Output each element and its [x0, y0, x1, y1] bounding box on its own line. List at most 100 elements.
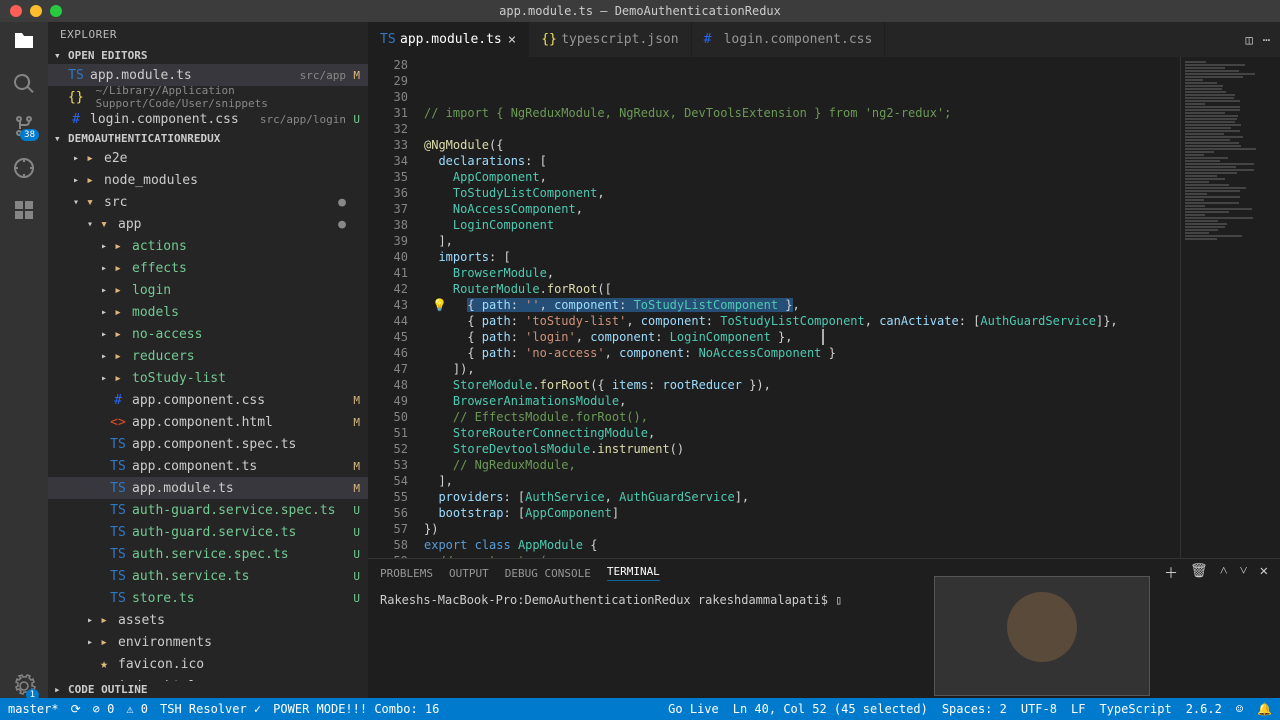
code-line[interactable]: providers: [AuthService, AuthGuardServic… — [418, 489, 1180, 505]
minimap[interactable] — [1180, 57, 1280, 558]
language-mode[interactable]: TypeScript — [1099, 702, 1171, 716]
split-editor-icon[interactable]: ◫ — [1246, 33, 1253, 47]
file-item[interactable]: ★favicon.ico — [48, 653, 368, 675]
code-line[interactable]: @NgModule({ — [418, 137, 1180, 153]
code-line[interactable]: bootstrap: [AppComponent] — [418, 505, 1180, 521]
code-line[interactable]: // import { NgReduxModule, NgRedux, DevT… — [418, 105, 1180, 121]
code-line[interactable] — [418, 121, 1180, 137]
project-header[interactable]: ▾DEMOAUTHENTICATIONREDUX — [48, 130, 368, 147]
extensions-icon[interactable] — [12, 198, 36, 222]
code-line[interactable]: { path: 'toStudy-list', component: ToStu… — [418, 313, 1180, 329]
file-item[interactable]: <>app.component.htmlM — [48, 411, 368, 433]
file-item[interactable]: TSapp.component.spec.ts — [48, 433, 368, 455]
code-line[interactable]: }) — [418, 521, 1180, 537]
sync-icon[interactable]: ⟳ — [71, 702, 81, 716]
ts-version[interactable]: 2.6.2 — [1186, 702, 1222, 716]
lightbulb-icon[interactable]: 💡 — [432, 297, 447, 313]
folder-item[interactable]: ▸▸toStudy-list — [48, 367, 368, 389]
folder-item[interactable]: ▸▸e2e — [48, 147, 368, 169]
code-line[interactable]: LoginComponent — [418, 217, 1180, 233]
code-line[interactable]: // constructor( — [418, 553, 1180, 558]
settings-icon[interactable]: 1 — [12, 674, 36, 698]
kill-terminal-icon[interactable]: 🗑 — [1190, 563, 1208, 583]
code-line[interactable]: { path: 'no-access', component: NoAccess… — [418, 345, 1180, 361]
editor-tab[interactable]: {}typescript.json — [529, 22, 691, 57]
editor-tab[interactable]: TSapp.module.ts× — [368, 22, 529, 57]
folder-item[interactable]: ▸▸reducers — [48, 345, 368, 367]
code-line[interactable]: AppComponent, — [418, 169, 1180, 185]
maximize-window-icon[interactable] — [50, 5, 62, 17]
code-editor[interactable]: // import { NgReduxModule, NgRedux, DevT… — [418, 57, 1180, 558]
code-line[interactable]: RouterModule.forRoot([ — [418, 281, 1180, 297]
more-actions-icon[interactable]: ⋯ — [1263, 33, 1270, 47]
file-item[interactable]: TSauth.service.tsU — [48, 565, 368, 587]
panel-tab-debug-console[interactable]: DEBUG CONSOLE — [505, 567, 591, 580]
code-line[interactable]: declarations: [ — [418, 153, 1180, 169]
code-line[interactable]: ], — [418, 473, 1180, 489]
file-item[interactable]: TSauth-guard.service.spec.tsU — [48, 499, 368, 521]
panel-tab-terminal[interactable]: TERMINAL — [607, 565, 660, 581]
warnings-count[interactable]: ⚠ 0 — [126, 702, 148, 716]
git-branch[interactable]: master* — [8, 702, 59, 716]
feedback-icon[interactable]: ☺ — [1236, 702, 1243, 716]
code-line[interactable]: ToStudyListComponent, — [418, 185, 1180, 201]
minimize-window-icon[interactable] — [30, 5, 42, 17]
explorer-icon[interactable] — [12, 30, 36, 54]
folder-item[interactable]: ▸▸environments — [48, 631, 368, 653]
eol[interactable]: LF — [1071, 702, 1085, 716]
code-line[interactable]: BrowserModule, — [418, 265, 1180, 281]
folder-item[interactable]: ▸▸effects — [48, 257, 368, 279]
panel-close-icon[interactable]: ✕ — [1260, 563, 1268, 583]
panel-down-icon[interactable]: ˅ — [1240, 563, 1248, 583]
file-item[interactable]: TSapp.component.tsM — [48, 455, 368, 477]
power-mode[interactable]: POWER MODE!!! Combo: 16 — [273, 702, 439, 716]
file-item[interactable]: #app.component.cssM — [48, 389, 368, 411]
new-terminal-icon[interactable]: ＋ — [1164, 563, 1178, 583]
folder-item[interactable]: ▾▾app● — [48, 213, 368, 235]
file-item[interactable]: TSstore.tsU — [48, 587, 368, 609]
encoding[interactable]: UTF-8 — [1021, 702, 1057, 716]
go-live[interactable]: Go Live — [668, 702, 719, 716]
folder-item[interactable]: ▸▸actions — [48, 235, 368, 257]
code-line[interactable]: ]), — [418, 361, 1180, 377]
folder-item[interactable]: ▸▸no-access — [48, 323, 368, 345]
open-editor-item[interactable]: {}typescript.json~/Library/Application S… — [48, 86, 368, 108]
search-icon[interactable] — [12, 72, 36, 96]
code-line[interactable]: // NgReduxModule, — [418, 457, 1180, 473]
tsh-resolver[interactable]: TSH Resolver ✓ — [160, 702, 261, 716]
code-line[interactable]: export class AppModule { — [418, 537, 1180, 553]
folder-item[interactable]: ▸▸login — [48, 279, 368, 301]
folder-item[interactable]: ▸▸node_modules — [48, 169, 368, 191]
close-window-icon[interactable] — [10, 5, 22, 17]
code-line[interactable]: StoreModule.forRoot({ items: rootReducer… — [418, 377, 1180, 393]
folder-item[interactable]: ▸▸models — [48, 301, 368, 323]
open-editor-item[interactable]: TSapp.module.tssrc/appM — [48, 64, 368, 86]
code-line[interactable]: StoreDevtoolsModule.instrument() — [418, 441, 1180, 457]
folder-item[interactable]: ▸▸assets — [48, 609, 368, 631]
panel-tab-output[interactable]: OUTPUT — [449, 567, 489, 580]
code-line[interactable]: { path: 'login', component: LoginCompone… — [418, 329, 1180, 345]
indent[interactable]: Spaces: 2 — [942, 702, 1007, 716]
code-line[interactable]: BrowserAnimationsModule, — [418, 393, 1180, 409]
close-tab-icon[interactable]: × — [508, 32, 516, 48]
code-line[interactable]: StoreRouterConnectingModule, — [418, 425, 1180, 441]
panel-up-icon[interactable]: ˄ — [1220, 563, 1228, 583]
code-line[interactable]: // EffectsModule.forRoot(), — [418, 409, 1180, 425]
code-line[interactable]: NoAccessComponent, — [418, 201, 1180, 217]
scm-icon[interactable]: 38 — [12, 114, 36, 138]
file-item[interactable]: TSauth-guard.service.tsU — [48, 521, 368, 543]
errors-count[interactable]: ⊘ 0 — [93, 702, 115, 716]
code-outline-header[interactable]: ▸CODE OUTLINE — [48, 681, 368, 698]
bell-icon[interactable]: 🔔 — [1257, 702, 1272, 716]
cursor-position[interactable]: Ln 40, Col 52 (45 selected) — [733, 702, 928, 716]
panel-tab-problems[interactable]: PROBLEMS — [380, 567, 433, 580]
open-editor-item[interactable]: #login.component.csssrc/app/loginU — [48, 108, 368, 130]
open-editors-header[interactable]: ▾OPEN EDITORS — [48, 47, 368, 64]
editor-tab[interactable]: #login.component.css — [692, 22, 886, 57]
code-line[interactable]: imports: [ — [418, 249, 1180, 265]
file-item[interactable]: TSauth.service.spec.tsU — [48, 543, 368, 565]
code-line[interactable]: ], — [418, 233, 1180, 249]
folder-item[interactable]: ▾▾src● — [48, 191, 368, 213]
debug-icon[interactable] — [12, 156, 36, 180]
code-line[interactable]: 💡 { path: '', component: ToStudyListComp… — [418, 297, 1180, 313]
